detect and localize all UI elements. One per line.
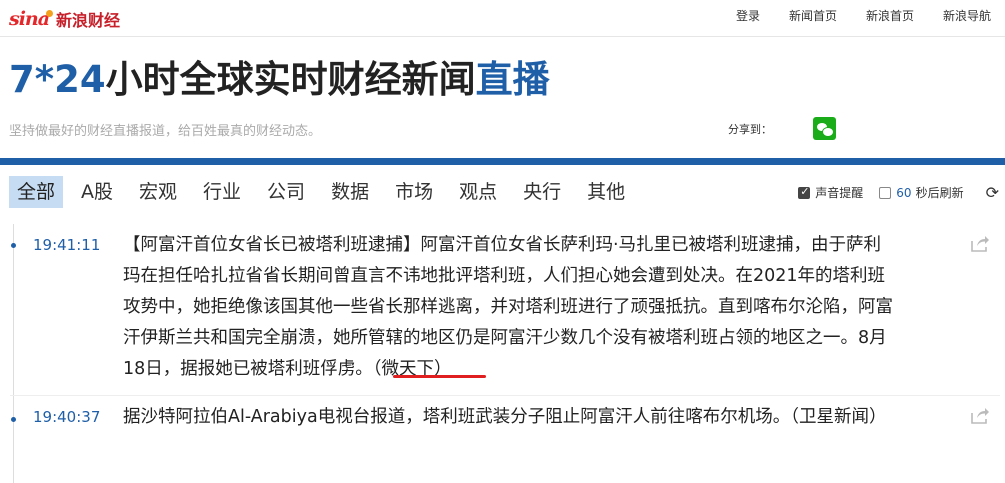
logo-eye-icon xyxy=(46,9,54,17)
tab-company[interactable]: 公司 xyxy=(259,176,313,208)
top-links: 登录 新闻首页 新浪首页 新浪导航 xyxy=(707,8,991,24)
tab-central-bank[interactable]: 央行 xyxy=(515,176,569,208)
news-body: 据沙特阿拉伯Al-Arabiya电视台报道，塔利班武装分子阻止阿富汗人前往喀布尔… xyxy=(123,407,791,427)
tab-industry[interactable]: 行业 xyxy=(195,176,249,208)
title-prefix: 7*24 xyxy=(9,58,106,101)
share-label: 分享到： xyxy=(728,122,772,136)
source-highlight-underline xyxy=(393,375,486,378)
tab-other[interactable]: 其他 xyxy=(579,176,633,208)
auto-refresh-checkbox[interactable] xyxy=(879,186,892,199)
wechat-icon[interactable] xyxy=(813,117,836,140)
sina-nav-link[interactable]: 新浪导航 xyxy=(943,8,991,24)
tab-all[interactable]: 全部 xyxy=(9,176,64,208)
sound-alert-label: 声音提醒 xyxy=(815,186,864,200)
auto-refresh-label: 秒后刷新 xyxy=(915,186,964,200)
news-home-link[interactable]: 新闻首页 xyxy=(789,8,837,24)
news-source[interactable]: （卫星新闻） xyxy=(790,407,886,427)
tab-opinion[interactable]: 观点 xyxy=(451,176,505,208)
page-subtitle: 坚持做最好的财经直播报道，给百姓最真的财经动态。 xyxy=(9,124,322,139)
header-divider xyxy=(0,158,1005,165)
sina-finance-logo[interactable]: sina 新浪财经 xyxy=(9,7,120,31)
timeline-line xyxy=(13,224,14,483)
refresh-icon[interactable]: ⟳ xyxy=(986,183,999,202)
news-text: 据沙特阿拉伯Al-Arabiya电视台报道，塔利班武装分子阻止阿富汗人前往喀布尔… xyxy=(123,402,893,433)
category-tabs: 全部 A股 宏观 行业 公司 数据 市场 观点 央行 其他 xyxy=(9,176,643,208)
timeline-dot xyxy=(11,417,16,422)
feed-controls: 声音提醒 60 秒后刷新 ⟳ xyxy=(782,183,999,202)
auto-refresh-toggle[interactable]: 60 秒后刷新 xyxy=(879,184,964,201)
title-main: 小时全球实时财经新闻 xyxy=(105,58,476,101)
top-bar: sina 新浪财经 登录 新闻首页 新浪首页 新浪导航 xyxy=(0,0,1005,37)
share-icon[interactable] xyxy=(970,235,990,253)
logo-sina-text: sina xyxy=(9,8,50,30)
sina-home-link[interactable]: 新浪首页 xyxy=(866,8,914,24)
tab-macro[interactable]: 宏观 xyxy=(131,176,185,208)
news-time: 19:40:37 xyxy=(33,408,101,426)
sound-alert-checkbox[interactable] xyxy=(798,185,811,199)
tab-data[interactable]: 数据 xyxy=(323,176,377,208)
login-link[interactable]: 登录 xyxy=(736,8,760,24)
timeline-dot xyxy=(11,243,16,248)
page-title: 7*24小时全球实时财经新闻直播 xyxy=(9,57,550,103)
title-suffix: 直播 xyxy=(475,58,550,101)
share-icon[interactable] xyxy=(970,407,990,425)
news-time: 19:41:11 xyxy=(33,236,101,254)
feed-divider xyxy=(10,395,1000,396)
sound-alert-toggle[interactable]: 声音提醒 xyxy=(798,184,863,201)
tab-market[interactable]: 市场 xyxy=(387,176,441,208)
refresh-seconds: 60 xyxy=(896,185,912,200)
news-body: 【阿富汗首位女省长已被塔利班逮捕】阿富汗首位女省长萨利玛·马扎里已被塔利班逮捕，… xyxy=(123,235,893,379)
logo-finance-text: 新浪财经 xyxy=(56,11,121,30)
news-text: 【阿富汗首位女省长已被塔利班逮捕】阿富汗首位女省长萨利玛·马扎里已被塔利班逮捕，… xyxy=(123,230,893,385)
tab-a-shares[interactable]: A股 xyxy=(73,176,121,208)
share-area: 分享到： xyxy=(728,117,836,140)
